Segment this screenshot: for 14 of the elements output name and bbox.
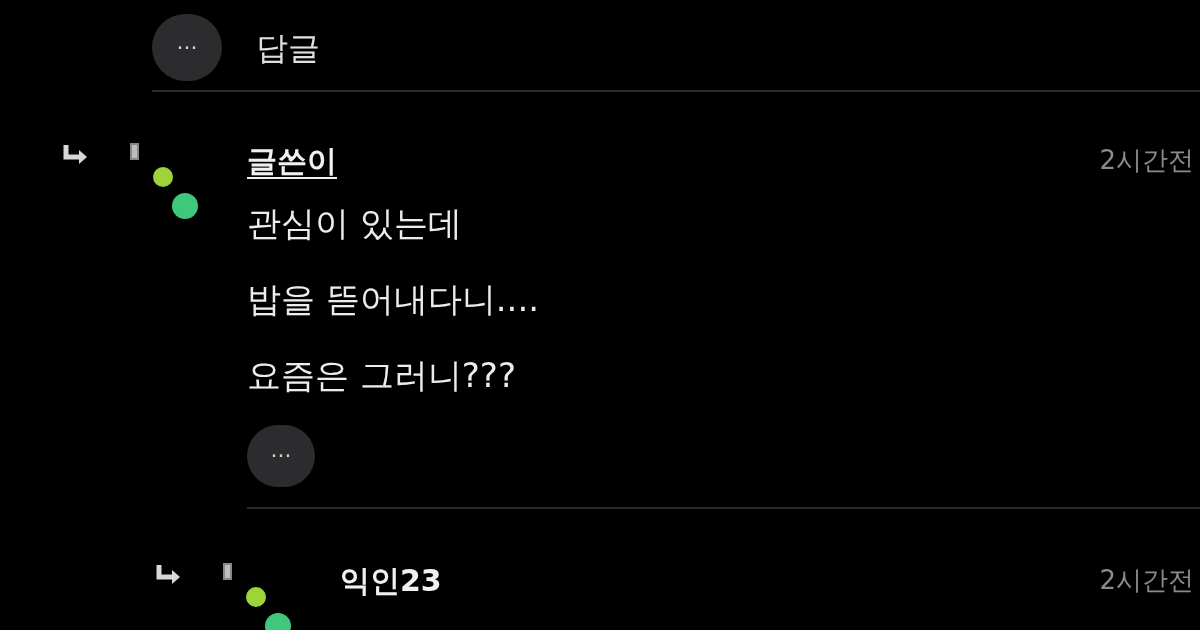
avatar-dots-icon — [152, 166, 200, 220]
timestamp: 2시간전 — [1099, 143, 1194, 177]
more-button[interactable]: ··· — [247, 425, 315, 487]
author-name[interactable]: 글쓴이 — [247, 137, 337, 183]
comment-text: 관심이 있는데 — [247, 202, 463, 245]
author-name[interactable]: 익인23 — [340, 557, 442, 603]
avatar-dots-icon — [245, 586, 293, 630]
badge-icon — [223, 563, 232, 580]
reply-label[interactable]: 답글 — [256, 23, 320, 72]
comment-text: 요즘은 그러니??? — [247, 354, 517, 397]
timestamp: 2시간전 — [1099, 563, 1194, 597]
comment-text: 밥을 뜯어내다니.... — [247, 278, 541, 321]
badge-icon — [130, 143, 139, 160]
more-button[interactable]: ··· — [152, 14, 222, 81]
